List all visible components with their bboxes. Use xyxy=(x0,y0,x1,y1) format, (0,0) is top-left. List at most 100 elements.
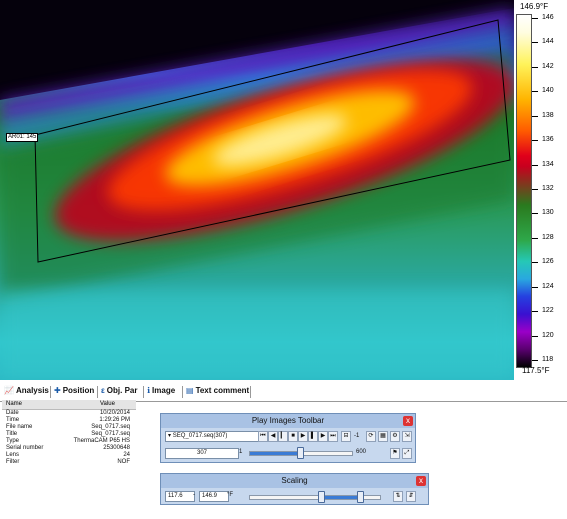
speed-button[interactable]: ⊟ xyxy=(341,431,351,442)
scale-tick-label: 140 xyxy=(542,87,554,95)
scale-max-field[interactable]: 146.9 xyxy=(199,491,229,502)
play-toolbar-close-button[interactable]: x xyxy=(403,416,413,426)
step-back-button[interactable]: ▎ xyxy=(278,431,288,442)
range-start: 1 xyxy=(239,449,243,455)
info-value: Seq_0717.seq xyxy=(91,424,130,430)
scaling-low-thumb[interactable] xyxy=(317,491,325,503)
cyan-region xyxy=(0,290,514,380)
frame-value: 307 xyxy=(196,450,207,456)
scale-tick-label: 120 xyxy=(542,331,554,339)
frame-field[interactable]: 307 xyxy=(165,448,239,459)
marker-icon[interactable]: ⚑ xyxy=(390,448,400,459)
zoom-icon[interactable]: ⤢ xyxy=(402,448,412,459)
info-row[interactable]: Title Seq_0717.seq xyxy=(2,431,136,438)
export-icon[interactable]: ⇲ xyxy=(402,431,412,442)
play-toolbar-title[interactable]: Play Images Toolbar xyxy=(161,414,415,428)
tab-image[interactable]: ℹ Image xyxy=(147,386,175,395)
scale-tick-label: 124 xyxy=(542,282,554,290)
info-value: ThermaCAM P65 HS xyxy=(73,438,130,444)
loop-icon[interactable]: ⟳ xyxy=(366,431,376,442)
scale-tick-label: 130 xyxy=(542,209,554,217)
scale-max-label[interactable]: 146.9°F xyxy=(520,2,548,11)
thermal-image-canvas xyxy=(0,0,514,380)
scale-tick-mark xyxy=(532,140,538,142)
tab-position[interactable]: ✚ Position xyxy=(54,386,94,395)
info-row[interactable]: Filter NOF xyxy=(2,459,136,466)
levels-icon[interactable]: ⇵ xyxy=(406,491,416,502)
sequence-value: SEQ_0717.seq(307) xyxy=(172,433,228,439)
scale-tick-label: 142 xyxy=(542,62,554,70)
speed-value: -1 xyxy=(354,433,360,439)
scaling-close-button[interactable]: x xyxy=(416,476,426,486)
info-row[interactable]: Serial number 25300648 xyxy=(2,445,136,452)
scale-tick-label: 126 xyxy=(542,258,554,266)
scale-tick-mark xyxy=(532,42,538,44)
scale-unit: °F xyxy=(227,492,234,498)
prev-frame-button[interactable]: ◀ xyxy=(268,431,278,442)
info-row[interactable]: Time 1:29:26 PM xyxy=(2,417,136,424)
position-icon: ✚ xyxy=(54,386,61,395)
color-scale: 146.9°F 146 144 142 140 138 136 134 132 130 128 12… xyxy=(514,0,567,380)
scale-tick-mark xyxy=(532,237,538,239)
scale-min-label[interactable]: 117.5°F xyxy=(522,366,550,375)
scale-tick-label: 134 xyxy=(542,160,554,168)
bottom-panel: 📈 Analysis ✚ Position ε Obj. Par ℹ Image ▤ Te… xyxy=(0,380,567,519)
info-header-value[interactable]: Value xyxy=(100,401,115,407)
scale-tick-mark xyxy=(532,360,538,361)
tab-separator xyxy=(250,386,251,398)
scaling-high-thumb[interactable] xyxy=(356,491,364,503)
scale-tick-mark xyxy=(532,335,538,337)
scale-min-field[interactable]: 117.6 xyxy=(165,491,195,502)
info-key: Title xyxy=(6,431,18,437)
info-value: NOF xyxy=(117,459,130,465)
info-row[interactable]: Type ThermaCAM P65 HS xyxy=(2,438,136,445)
palette-icon[interactable]: ▦ xyxy=(378,431,388,442)
image-info-table: Name Value Date 10/20/2014 Time 1:29:26 PM F… xyxy=(2,400,136,466)
play-images-toolbar: Play Images Toolbar x ▾ SEQ_0717.seq(307… xyxy=(160,413,416,463)
tab-separator xyxy=(97,386,98,398)
tab-label: Position xyxy=(62,386,95,395)
scale-tick-mark xyxy=(532,18,538,19)
last-frame-button[interactable]: ⏭ xyxy=(328,431,338,442)
thermal-image[interactable]: AR01: 145 xyxy=(0,0,514,380)
scale-tick-mark xyxy=(532,262,538,264)
stop-button[interactable]: ■ xyxy=(288,431,298,442)
scale-tick-label: 136 xyxy=(542,136,554,144)
info-header-name[interactable]: Name xyxy=(6,401,22,407)
info-row[interactable]: Lens 24 xyxy=(2,452,136,459)
scale-tick-label: 146 xyxy=(542,14,554,21)
info-value: Seq_0717.seq xyxy=(91,431,130,437)
scale-tick-mark xyxy=(532,286,538,288)
scale-tick-label: 118 xyxy=(542,356,554,363)
info-key: Serial number xyxy=(6,445,44,451)
next-frame-button[interactable]: ▶ xyxy=(318,431,328,442)
info-key: Filter xyxy=(6,459,20,465)
scale-tick-mark xyxy=(532,311,538,313)
scale-tick-label: 122 xyxy=(542,307,554,315)
analysis-icon: 📈 xyxy=(4,386,14,395)
tab-analysis[interactable]: 📈 Analysis xyxy=(4,386,49,395)
sequence-select[interactable]: ▾ SEQ_0717.seq(307) xyxy=(165,431,259,442)
tab-text-comment[interactable]: ▤ Text comment xyxy=(186,386,249,395)
info-row[interactable]: File name Seq_0717.seq xyxy=(2,424,136,431)
settings-icon[interactable]: ⚙ xyxy=(390,431,400,442)
first-frame-button[interactable]: ⏮ xyxy=(258,431,268,442)
auto-adjust-icon[interactable]: ⇅ xyxy=(393,491,403,502)
play-button[interactable]: ▶ xyxy=(298,431,308,442)
info-value: 25300648 xyxy=(103,445,130,451)
tab-label: Analysis xyxy=(15,386,49,395)
info-value: 1:29:26 PM xyxy=(99,417,130,423)
info-value: 10/20/2014 xyxy=(99,410,130,416)
tab-label: Image xyxy=(152,386,176,395)
info-header: Name Value xyxy=(2,400,136,410)
info-row[interactable]: Date 10/20/2014 xyxy=(2,410,136,417)
roi-label[interactable]: AR01: 145 xyxy=(6,133,39,142)
range-end: 600 xyxy=(356,449,367,455)
tab-obj-par[interactable]: ε Obj. Par xyxy=(101,386,137,395)
step-forward-button[interactable]: ▌ xyxy=(308,431,318,442)
frame-slider-thumb[interactable] xyxy=(297,447,304,459)
scaling-title[interactable]: Scaling xyxy=(161,474,428,488)
info-icon: ℹ xyxy=(147,386,151,395)
info-key: Time xyxy=(6,417,20,423)
scale-tick-mark xyxy=(532,213,538,215)
